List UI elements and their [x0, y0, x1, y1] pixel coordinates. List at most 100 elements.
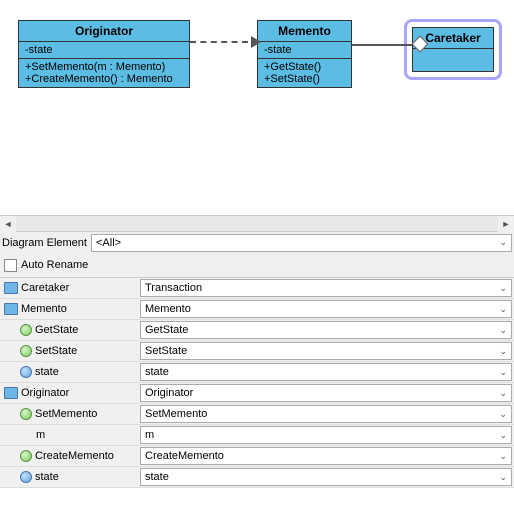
dependency-arrow[interactable]: [190, 41, 258, 43]
label-text: SetMemento: [35, 408, 97, 420]
chevron-down-icon: ⌄: [499, 346, 507, 357]
select-value: <All>: [96, 237, 121, 249]
auto-rename-checkbox[interactable]: [4, 259, 17, 272]
mapping-row: OriginatorOriginator⌄: [0, 383, 514, 404]
mapping-field: Memento⌄: [140, 300, 514, 318]
mapping-label: Caretaker: [0, 282, 140, 294]
mapping-row: mm⌄: [0, 425, 514, 446]
mapping-label: m: [0, 429, 140, 441]
attribute-icon: [20, 366, 32, 378]
diagram-canvas[interactable]: Originator -state +SetMemento(m : Mement…: [0, 0, 514, 215]
label-text: GetState: [35, 324, 78, 336]
label-text: state: [35, 471, 59, 483]
mapping-select[interactable]: state⌄: [140, 468, 512, 486]
uml-class-memento[interactable]: Memento -state +GetState() +SetState(): [257, 20, 352, 88]
chevron-down-icon: ⌄: [499, 367, 507, 378]
select-value: Originator: [145, 387, 193, 399]
mapping-field: GetState ⌄: [140, 321, 514, 339]
mapping-row: SetMemento SetMemento ⌄: [0, 404, 514, 425]
mapping-row: Caretaker Transaction ⌄: [0, 278, 514, 299]
chevron-down-icon: ⌄: [499, 409, 507, 420]
aggregation-arrow[interactable]: [352, 44, 412, 46]
class-icon: [4, 387, 18, 399]
uml-class-caretaker[interactable]: Caretaker: [412, 27, 494, 72]
chevron-down-icon: ⌄: [499, 325, 507, 336]
select-value: SetMemento: [145, 408, 207, 420]
op: +SetState(): [264, 73, 345, 85]
op: +GetState(): [264, 61, 345, 73]
mapping-select[interactable]: SetMemento ⌄: [140, 405, 512, 423]
attr: -state: [264, 44, 345, 56]
mapping-select[interactable]: Transaction ⌄: [140, 279, 512, 297]
class-attrs: -state: [258, 42, 351, 59]
attribute-icon: [20, 471, 32, 483]
diagram-element-select[interactable]: <All> ⌄: [91, 234, 512, 252]
mapping-row: state state⌄: [0, 362, 514, 383]
mapping-field: Originator⌄: [140, 384, 514, 402]
method-icon: [20, 450, 32, 462]
label-text: CreateMemento: [35, 450, 114, 462]
chevron-down-icon: ⌄: [499, 430, 507, 441]
mapping-field: CreateMemento ⌄: [140, 447, 514, 465]
chevron-down-icon: ⌄: [499, 472, 507, 483]
mapping-field: state⌄: [140, 468, 514, 486]
chevron-down-icon: ⌄: [499, 451, 507, 462]
mapping-label: Memento: [0, 303, 140, 315]
label-text: SetState: [35, 345, 77, 357]
mapping-label: state: [0, 366, 140, 378]
class-attrs: -state: [19, 42, 189, 59]
mapping-label: SetState: [0, 345, 140, 357]
mapping-select[interactable]: CreateMemento ⌄: [140, 447, 512, 465]
mapping-row: MementoMemento⌄: [0, 299, 514, 320]
attr: -state: [25, 44, 183, 56]
mapping-field: SetState ⌄: [140, 342, 514, 360]
mapping-select[interactable]: state⌄: [140, 363, 512, 381]
scroll-right-button[interactable]: ►: [498, 216, 514, 232]
mapping-select[interactable]: GetState ⌄: [140, 321, 512, 339]
mapping-row: SetState SetState ⌄: [0, 341, 514, 362]
op: +SetMemento(m : Memento): [25, 61, 183, 73]
auto-rename-label: Auto Rename: [21, 259, 88, 271]
select-value: Memento: [145, 303, 191, 315]
select-value: Transaction: [145, 282, 202, 294]
horizontal-scrollbar[interactable]: ◄ ►: [0, 215, 514, 231]
mapping-select[interactable]: m⌄: [140, 426, 512, 444]
label-text: Caretaker: [21, 282, 69, 294]
select-value: m: [145, 429, 154, 441]
mapping-field: m⌄: [140, 426, 514, 444]
mapping-select[interactable]: SetState ⌄: [140, 342, 512, 360]
mapping-row: state state⌄: [0, 467, 514, 488]
uml-class-originator[interactable]: Originator -state +SetMemento(m : Mement…: [18, 20, 190, 88]
mapping-field: SetMemento ⌄: [140, 405, 514, 423]
scroll-track[interactable]: [16, 216, 498, 231]
label-text: Originator: [21, 387, 69, 399]
mapping-field: state⌄: [140, 363, 514, 381]
mapping-row: GetState GetState ⌄: [0, 320, 514, 341]
chevron-down-icon: ⌄: [499, 237, 507, 248]
method-icon: [20, 408, 32, 420]
mapping-row: CreateMemento CreateMemento ⌄: [0, 446, 514, 467]
mapping-label: GetState: [0, 324, 140, 336]
auto-rename-row: Auto Rename: [0, 253, 514, 277]
label-text: state: [35, 366, 59, 378]
select-value: GetState: [145, 324, 188, 336]
select-value: CreateMemento: [145, 450, 224, 462]
mapping-label: state: [0, 471, 140, 483]
class-body: [413, 49, 493, 71]
select-value: SetState: [145, 345, 187, 357]
scroll-left-button[interactable]: ◄: [0, 216, 16, 232]
mapping-label: Originator: [0, 387, 140, 399]
mapping-select[interactable]: Memento⌄: [140, 300, 512, 318]
class-title: Memento: [258, 21, 351, 42]
class-icon: [4, 303, 18, 315]
mapping-table: CaretakerTransaction⌄MementoMemento⌄GetS…: [0, 277, 514, 488]
diagram-element-row: Diagram Element <All> ⌄: [0, 232, 514, 253]
label-text: m: [36, 429, 45, 441]
diagram-element-label: Diagram Element: [2, 237, 88, 249]
class-ops: +SetMemento(m : Memento) +CreateMemento(…: [19, 59, 189, 87]
label-text: Memento: [21, 303, 67, 315]
mapping-field: Transaction ⌄: [140, 279, 514, 297]
mapping-select[interactable]: Originator⌄: [140, 384, 512, 402]
class-title: Originator: [19, 21, 189, 42]
chevron-down-icon: ⌄: [499, 283, 507, 294]
